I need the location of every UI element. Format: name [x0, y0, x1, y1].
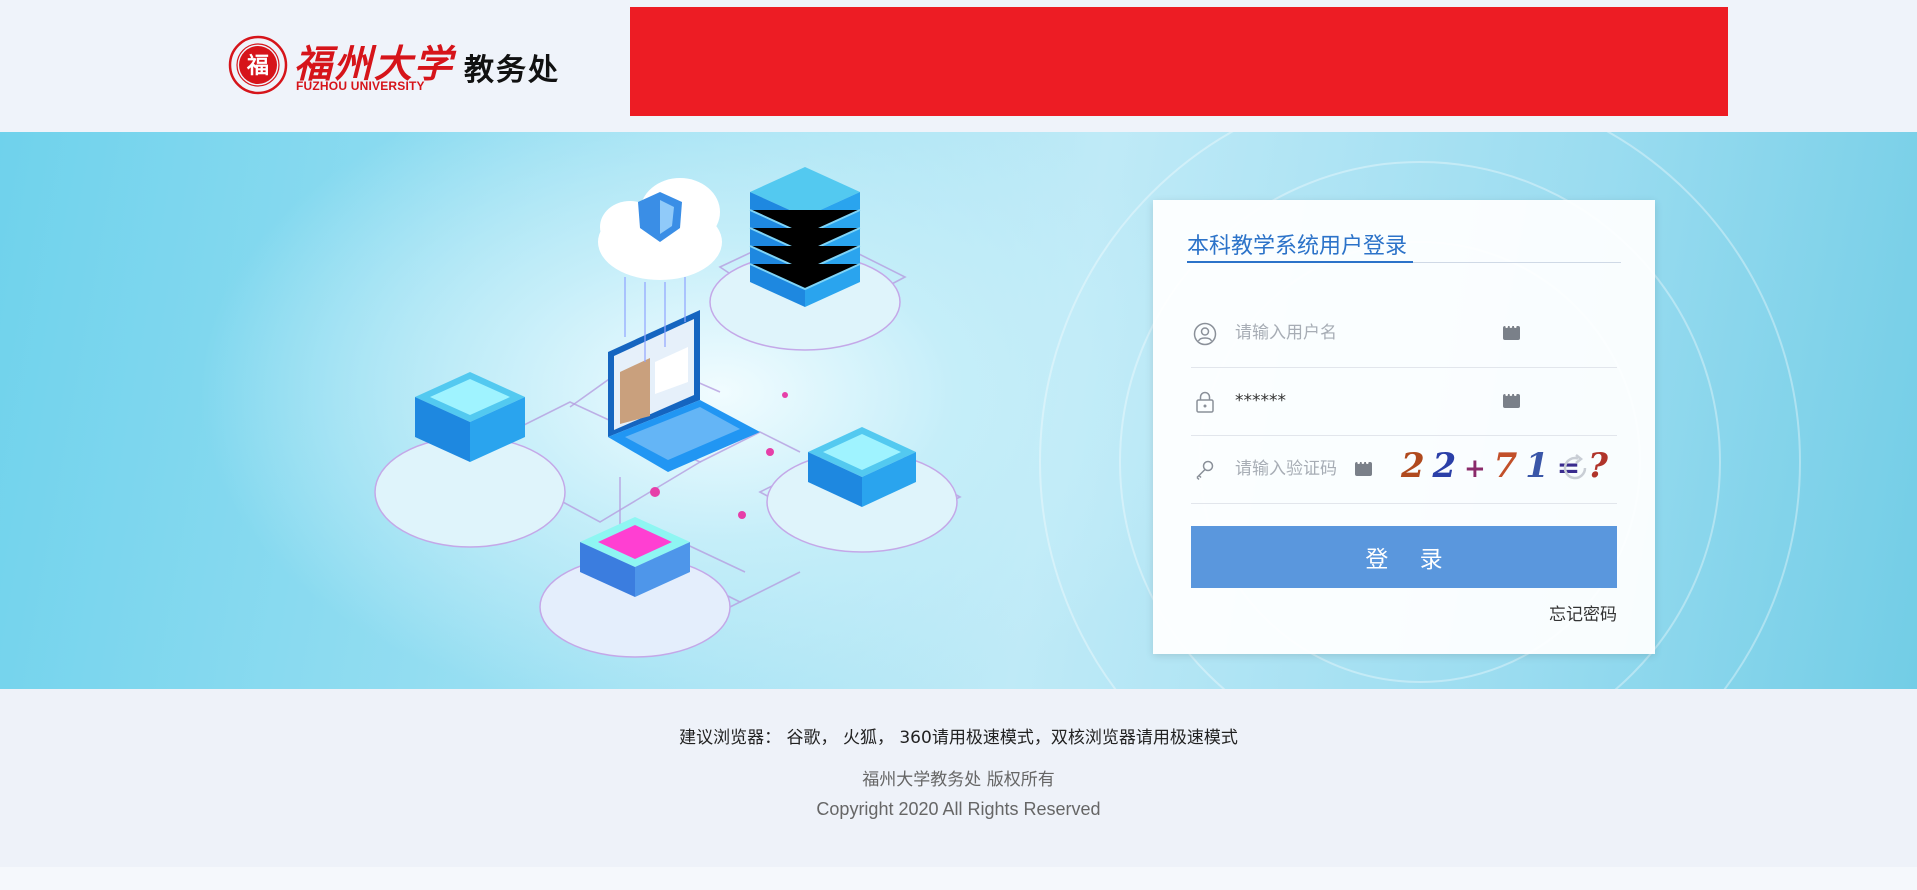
login-button[interactable]: 登 录 [1191, 526, 1617, 588]
autofill-key-icon[interactable] [1503, 323, 1520, 340]
captcha-char: 2 [1401, 446, 1425, 486]
university-seal-icon: 福 [228, 35, 288, 95]
autofill-key-icon[interactable] [1503, 391, 1520, 408]
captcha-field: 2 2 + 7 1 = ? [1191, 436, 1617, 504]
password-input[interactable] [1235, 386, 1485, 416]
university-logo[interactable]: 福 福州大学 FUZHOU UNIVERSITY 教务处 [228, 33, 568, 97]
username-input[interactable] [1235, 318, 1485, 348]
department-name: 教务处 [464, 53, 560, 88]
copyright-en: Copyright 2020 All Rights Reserved [816, 799, 1101, 819]
key-icon [1196, 460, 1214, 481]
captcha-char: ? [1588, 446, 1608, 486]
hero-banner: 本科教学系统用户登录 请输入用户名 ••• ****** ••• 请输入验证码 … [0, 132, 1917, 689]
login-title: 本科教学系统用户登录 [1187, 234, 1408, 259]
server-right-icon [766, 427, 958, 553]
captcha-input[interactable] [1235, 454, 1365, 484]
header: 福 福州大学 FUZHOU UNIVERSITY 教务处 [0, 0, 1917, 132]
header-banner [630, 7, 1728, 116]
captcha-char: 1 [1525, 446, 1549, 486]
captcha-char: + [1464, 454, 1486, 484]
copyright-cn: 福州大学教务处 版权所有 [862, 770, 1055, 790]
username-field [1191, 300, 1617, 368]
captcha-char: 2 [1432, 446, 1457, 486]
server-bottom-icon [539, 517, 731, 658]
login-form: 本科教学系统用户登录 请输入用户名 ••• ****** ••• 请输入验证码 … [1153, 200, 1655, 654]
seal-char: 福 [246, 53, 269, 79]
lock-icon [1196, 391, 1214, 413]
refresh-icon[interactable] [1560, 453, 1590, 483]
captcha-char: 7 [1493, 446, 1518, 486]
captcha-image[interactable]: 2 2 + 7 1 = ? [1401, 446, 1608, 494]
bottom-bar [0, 867, 1917, 890]
footer: 建议浏览器： 谷歌， 火狐， 360请用极速模式，双核浏览器请用极速模式 福州大… [0, 689, 1917, 890]
browser-recommendation: 建议浏览器： 谷歌， 火狐， 360请用极速模式，双核浏览器请用极速模式 [679, 728, 1238, 748]
logo-university-name-en: FUZHOU UNIVERSITY [296, 79, 425, 93]
title-underline [1187, 261, 1413, 263]
server-left-icon [374, 372, 566, 548]
user-icon [1193, 322, 1217, 346]
forgot-password-link[interactable]: 忘记密码 [1549, 600, 1617, 625]
autofill-key-icon[interactable] [1355, 459, 1372, 476]
password-field [1191, 368, 1617, 436]
